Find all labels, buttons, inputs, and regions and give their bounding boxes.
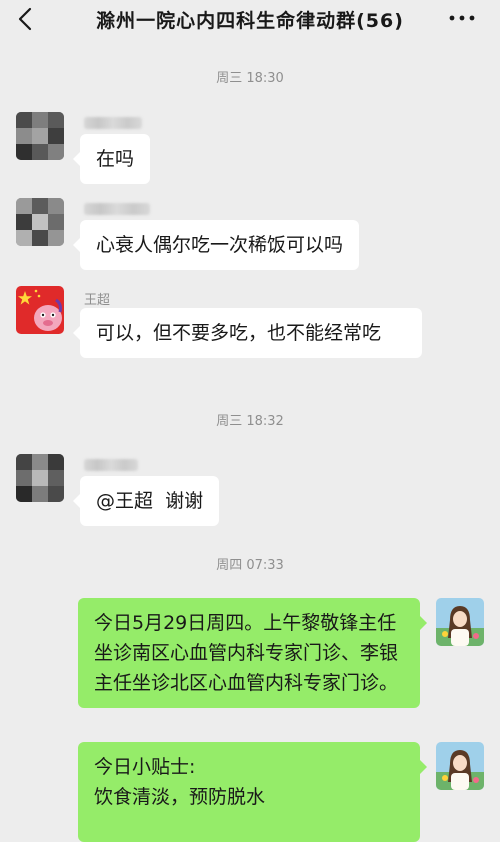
message-bubble[interactable]: 可以，但不要多吃，也不能经常吃 [73,308,422,358]
sender-name-blurred [84,459,138,471]
message-bubble[interactable]: 在吗 [72,134,151,184]
chat-header: 滁州一院心内四科生命律动群(56) [0,0,500,36]
more-dots-icon[interactable] [446,6,478,30]
message-bubble[interactable]: @王超 谢谢 [72,476,220,526]
timestamp: 周三 18:30 [216,71,284,86]
chat-title: 滁州一院心内四科生命律动群(56) [96,10,404,32]
message-bubble-outgoing[interactable]: 今日小贴士: 饮食清淡，预防脱水 [78,742,427,842]
timestamp: 周三 18:32 [216,414,284,429]
avatar[interactable] [16,286,64,334]
timestamp: 周四 07:33 [216,558,284,573]
avatar[interactable] [16,112,64,160]
sender-name-blurred [84,117,142,129]
self-avatar[interactable] [436,742,484,790]
avatar[interactable] [16,198,64,246]
message-bubble-outgoing[interactable]: 今日5月29日周四。上午黎敬锋主任坐诊南区心血管内科专家门诊、李银主任坐诊北区心… [78,598,427,708]
message-bubble[interactable]: 心衰人偶尔吃一次稀饭可以吗 [72,220,360,270]
sender-name: 王超 [84,293,111,308]
chevron-left-icon[interactable] [14,6,40,32]
self-avatar[interactable] [436,598,484,646]
avatar[interactable] [16,454,64,502]
sender-name-blurred [84,203,150,215]
